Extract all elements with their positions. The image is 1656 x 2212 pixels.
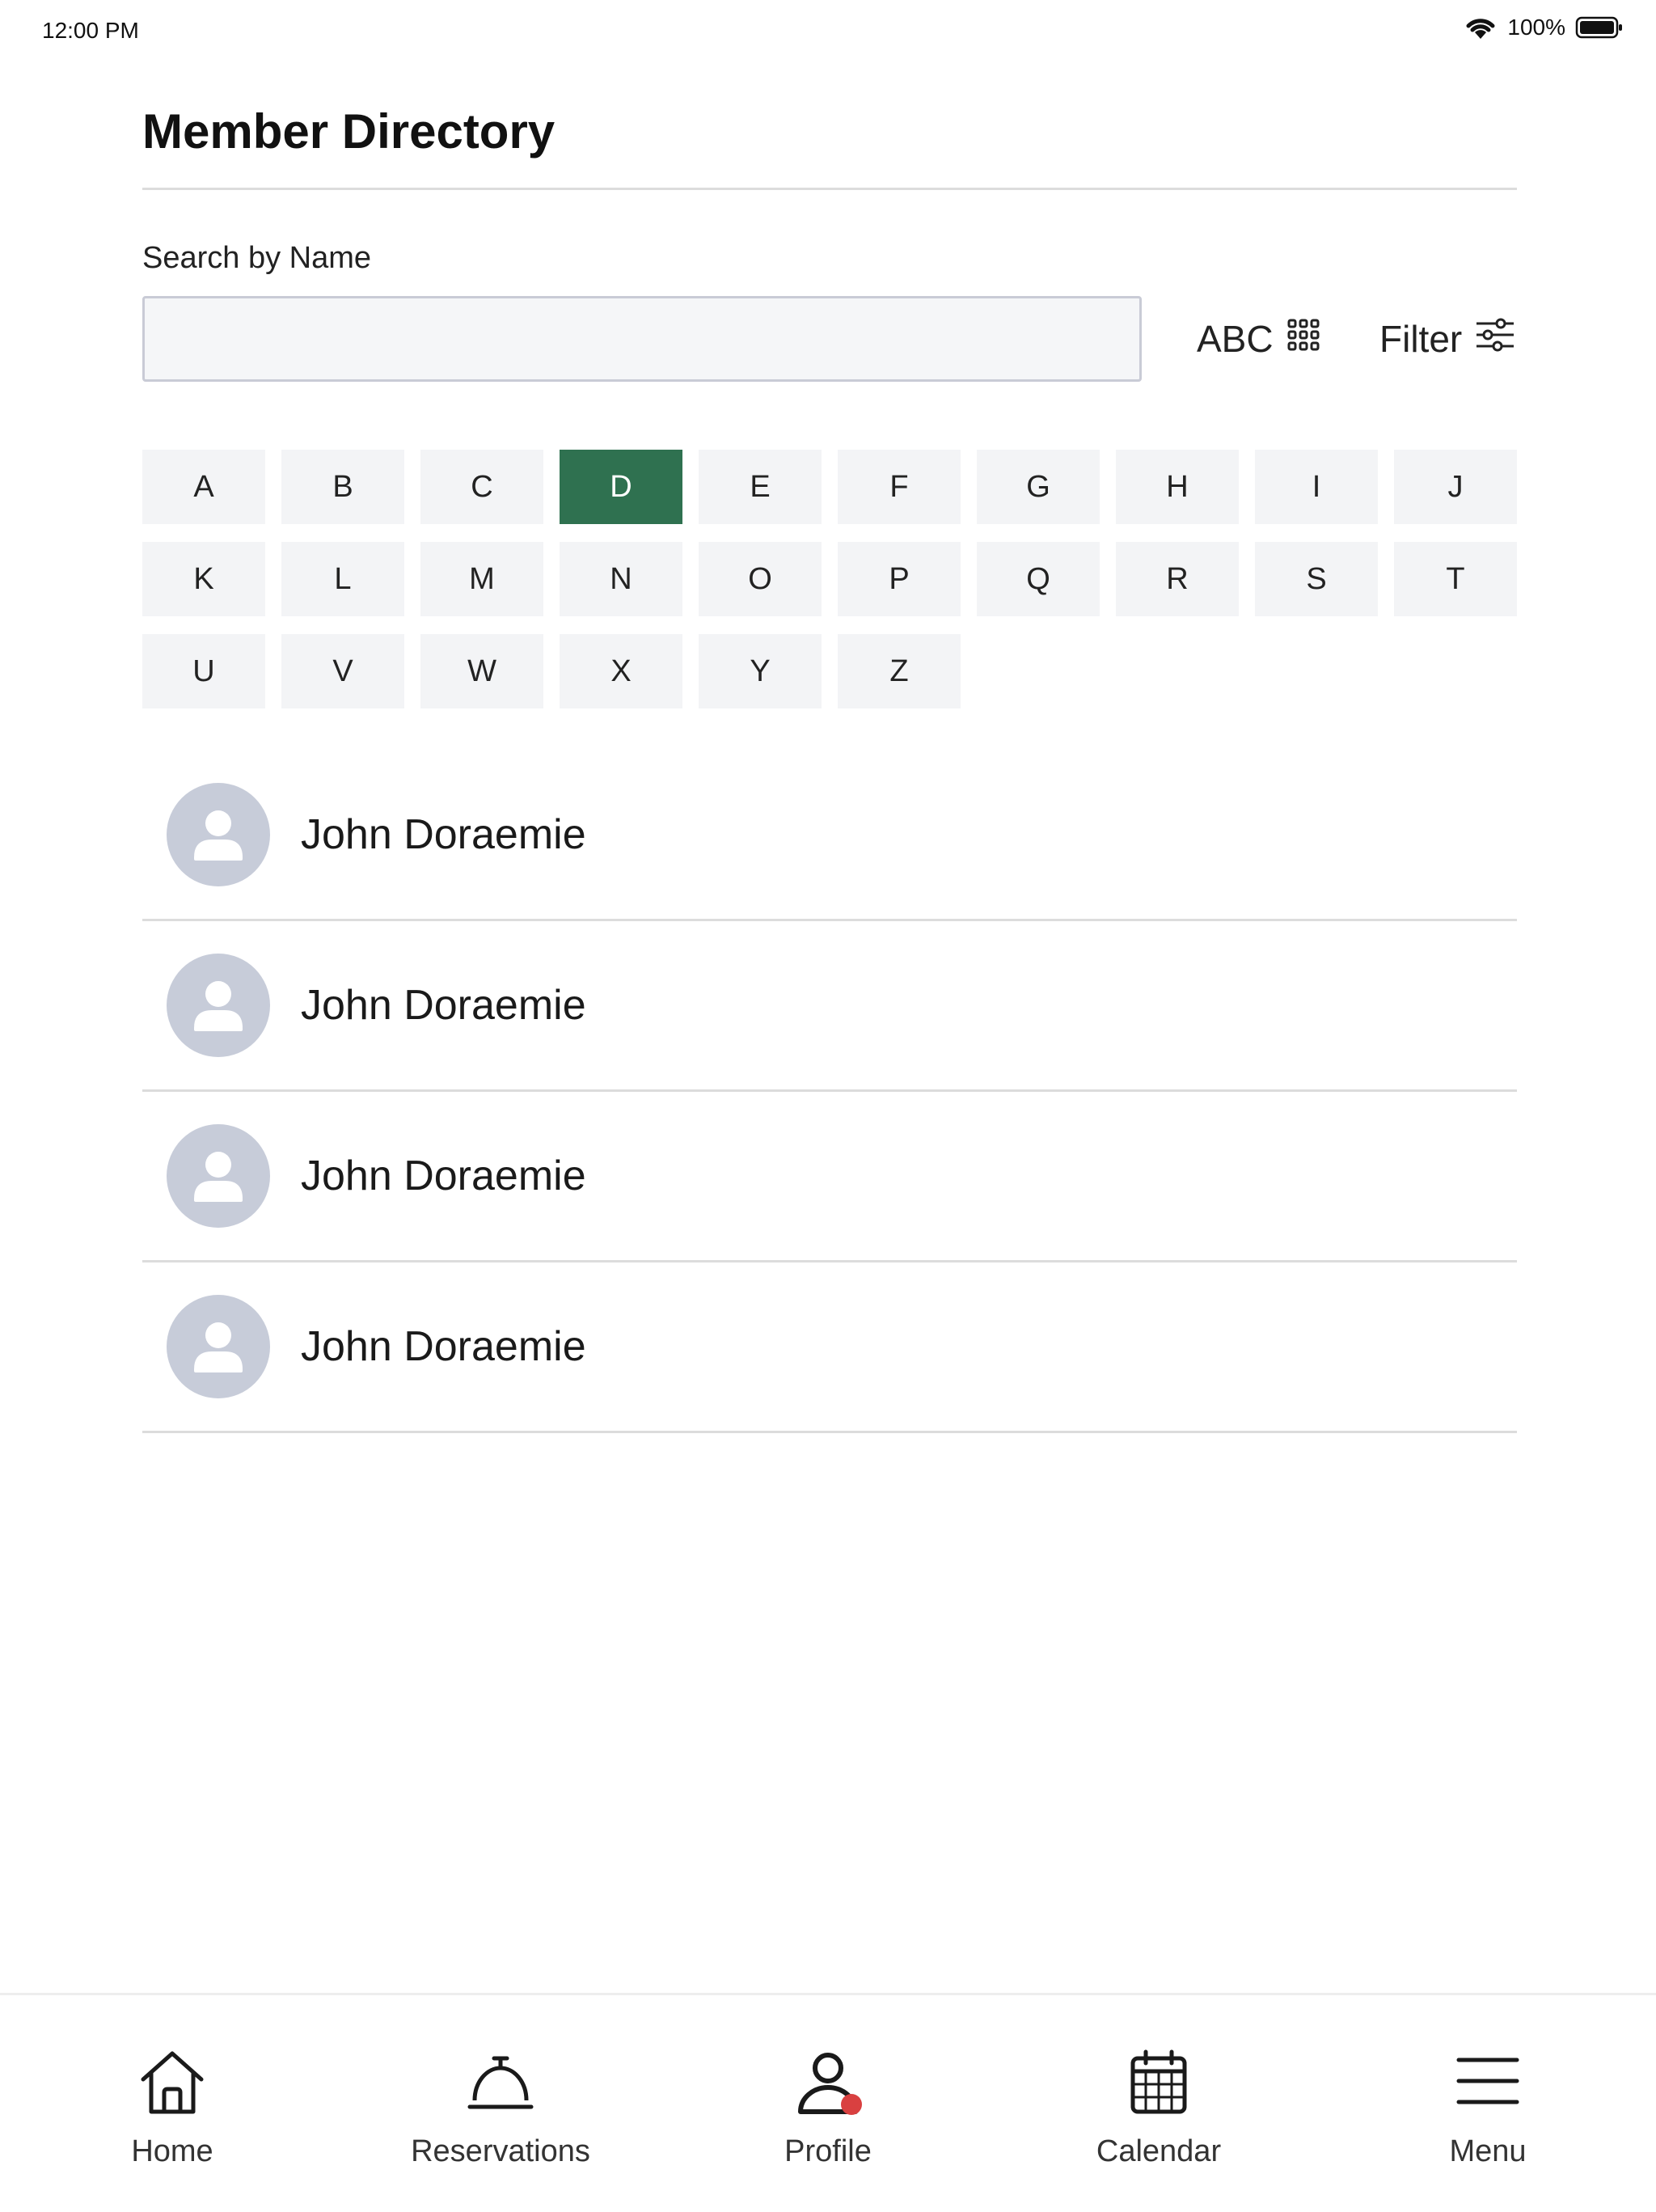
letter-tile-o[interactable]: O <box>699 542 822 616</box>
tab-calendar[interactable]: Calendar <box>1037 1995 1280 2212</box>
letter-tile-s[interactable]: S <box>1255 542 1378 616</box>
avatar <box>167 1124 270 1228</box>
member-name: John Doraemie <box>301 1153 586 1199</box>
tab-reservations[interactable]: Reservations <box>379 1995 622 2212</box>
letter-tile-r[interactable]: R <box>1116 542 1239 616</box>
profile-icon <box>789 2044 867 2121</box>
alphabet-grid: ABCDEFGHIJ KLMNOPQRST UVWXYZ <box>142 450 1517 708</box>
abc-view-button[interactable]: ABC <box>1197 314 1320 364</box>
search-input[interactable] <box>142 296 1142 382</box>
tab-label: Profile <box>784 2134 872 2168</box>
letter-tile-v[interactable]: V <box>281 634 404 708</box>
notification-badge <box>841 2094 862 2115</box>
member-row[interactable]: John Doraemie <box>142 921 1517 1092</box>
home-icon <box>133 2044 211 2121</box>
service-bell-icon <box>462 2044 539 2121</box>
tab-menu[interactable]: Menu <box>1367 1995 1609 2212</box>
page-title: Member Directory <box>142 104 556 159</box>
letter-tile-b[interactable]: B <box>281 450 404 524</box>
title-divider <box>142 188 1517 190</box>
letter-tile-y[interactable]: Y <box>699 634 822 708</box>
sliders-icon <box>1475 317 1515 362</box>
calendar-icon <box>1120 2044 1198 2121</box>
letter-tile-a[interactable]: A <box>142 450 265 524</box>
abc-label: ABC <box>1197 318 1274 360</box>
letter-tile-t[interactable]: T <box>1394 542 1517 616</box>
letter-tile-n[interactable]: N <box>560 542 682 616</box>
letter-tile-d[interactable]: D <box>560 450 682 524</box>
letter-tile-l[interactable]: L <box>281 542 404 616</box>
search-label: Search by Name <box>142 241 372 275</box>
status-time: 12:00 PM <box>42 18 139 43</box>
letter-tile-g[interactable]: G <box>977 450 1100 524</box>
person-icon <box>194 1322 243 1372</box>
menu-icon <box>1449 2044 1527 2121</box>
letter-tile-f[interactable]: F <box>838 450 961 524</box>
avatar <box>167 1295 270 1398</box>
tab-home[interactable]: Home <box>51 1995 294 2212</box>
member-name: John Doraemie <box>301 1323 586 1370</box>
letter-tile-k[interactable]: K <box>142 542 265 616</box>
member-row[interactable]: John Doraemie <box>142 1092 1517 1262</box>
battery-icon <box>1575 15 1624 40</box>
tab-label: Home <box>131 2134 213 2168</box>
letter-tile-u[interactable]: U <box>142 634 265 708</box>
person-icon <box>194 810 243 861</box>
status-bar: 12:00 PM 100% <box>0 0 1656 65</box>
tab-label: Reservations <box>411 2134 590 2168</box>
person-icon <box>194 981 243 1031</box>
grid-icon <box>1286 317 1320 361</box>
member-row[interactable]: John Doraemie <box>142 751 1517 921</box>
letter-tile-q[interactable]: Q <box>977 542 1100 616</box>
letter-tile-p[interactable]: P <box>838 542 961 616</box>
wifi-icon <box>1464 15 1498 40</box>
member-list: John Doraemie John Doraemie John Doraemie J… <box>142 751 1517 1433</box>
status-indicators: 100% <box>1464 15 1624 40</box>
letter-tile-j[interactable]: J <box>1394 450 1517 524</box>
filter-label: Filter <box>1379 318 1463 360</box>
letter-tile-x[interactable]: X <box>560 634 682 708</box>
letter-tile-e[interactable]: E <box>699 450 822 524</box>
letter-tile-m[interactable]: M <box>420 542 543 616</box>
avatar <box>167 954 270 1057</box>
letter-tile-c[interactable]: C <box>420 450 543 524</box>
letter-tile-i[interactable]: I <box>1255 450 1378 524</box>
member-name: John Doraemie <box>301 811 586 858</box>
person-icon <box>194 1152 243 1202</box>
member-name: John Doraemie <box>301 982 586 1029</box>
tab-label: Menu <box>1449 2134 1527 2168</box>
filter-button[interactable]: Filter <box>1379 314 1515 364</box>
tab-profile[interactable]: Profile <box>707 1995 949 2212</box>
avatar <box>167 783 270 886</box>
tab-label: Calendar <box>1096 2134 1222 2168</box>
battery-percent: 100% <box>1507 15 1565 40</box>
letter-tile-h[interactable]: H <box>1116 450 1239 524</box>
tab-bar: Home Reservations Profile Calendar Menu <box>0 1993 1656 2212</box>
letter-tile-w[interactable]: W <box>420 634 543 708</box>
letter-tile-z[interactable]: Z <box>838 634 961 708</box>
member-row[interactable]: John Doraemie <box>142 1262 1517 1433</box>
